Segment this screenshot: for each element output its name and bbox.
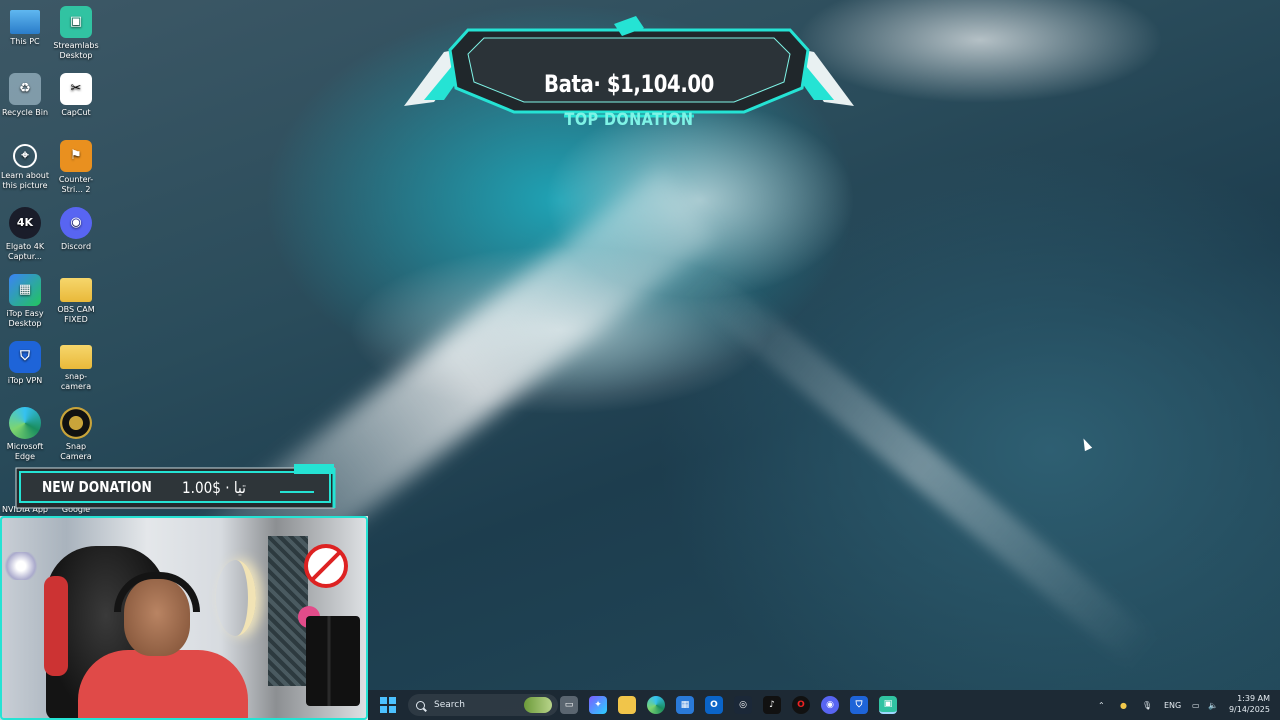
- copilot-icon[interactable]: ✦: [589, 696, 607, 714]
- desktop-icon-this-pc[interactable]: This PC: [0, 6, 50, 47]
- desktop-icon-recycle-bin[interactable]: ♻ Recycle Bin: [0, 73, 50, 118]
- discord-icon[interactable]: ◉: [821, 696, 839, 714]
- taskbar: Search ▭ ✦ ▦ O ◎ ♪ O ◉ ⛉ ▣ ⌃ ● 🎙 ENG ▭ 🔈…: [368, 690, 1280, 720]
- top-donation-caption: TOP DONATION: [564, 110, 694, 130]
- itop-vpn-icon: ⛉: [9, 341, 41, 373]
- elgato-icon: 4K: [9, 207, 41, 239]
- webcam-frame: [0, 516, 368, 720]
- desktop-icon-label: This PC: [10, 37, 40, 46]
- wave-foam: [687, 264, 1158, 669]
- desktop-icon-label: CapCut: [61, 108, 91, 117]
- desktop-icon-label: Discord: [60, 242, 92, 251]
- desktop-icon-streamlabs[interactable]: ▣ Streamlabs Desktop: [51, 6, 101, 61]
- clock-time: 1:39 AM: [1237, 694, 1270, 703]
- streamlabs-icon[interactable]: ▣: [879, 696, 897, 714]
- desktop-icon-label: Snap Camera: [60, 442, 92, 461]
- streamlabs-icon: ▣: [60, 6, 92, 38]
- desktop-icon-label: Microsoft Edge: [6, 442, 44, 461]
- snap-camera-icon: [60, 407, 92, 439]
- edge-icon[interactable]: [647, 696, 665, 714]
- recycle-bin-icon: ♻: [9, 73, 41, 105]
- taskbar-search-box[interactable]: Search: [408, 694, 558, 716]
- desktop-icon-learn-picture[interactable]: ⌖ Learn about this picture: [0, 140, 50, 191]
- outlook-icon[interactable]: O: [705, 696, 723, 714]
- desktop-icon-snap-camera[interactable]: Snap Camera: [51, 407, 101, 462]
- vpn-icon[interactable]: ⛉: [850, 696, 868, 714]
- itop-easy-desktop-icon: ▦: [9, 274, 41, 306]
- file-explorer-icon[interactable]: [618, 696, 636, 714]
- language-indicator[interactable]: ENG: [1164, 690, 1181, 720]
- steam-icon[interactable]: ◎: [734, 696, 752, 714]
- search-highlight-icon: [524, 697, 552, 713]
- webcam-feed: [0, 516, 368, 720]
- desktop-icon-label: Learn about this picture: [1, 171, 49, 190]
- mouse-cursor-icon: [1079, 436, 1093, 452]
- task-view-icon[interactable]: ▭: [560, 696, 578, 714]
- top-donation-frame: [404, 16, 854, 118]
- desktop-icon-obs-cam-fixed[interactable]: OBS CAM FIXED: [51, 274, 101, 325]
- folder-icon: [60, 345, 92, 369]
- desktop-icon-itop-easy-desktop[interactable]: ▦ iTop Easy Desktop: [0, 274, 50, 329]
- taskbar-clock[interactable]: 1:39 AM 9/14/2025: [1229, 693, 1270, 715]
- display-icon[interactable]: ▭: [1192, 690, 1200, 720]
- desktop-icon-label: Streamlabs Desktop: [53, 41, 99, 60]
- top-donation-banner: Bata· $1,104.00 TOP DONATION: [404, 16, 854, 130]
- desktop-icon-label: OBS CAM FIXED: [57, 305, 95, 324]
- desktop-icon-capcut[interactable]: ✂ CapCut: [51, 73, 101, 118]
- counter-strike-icon: ⚑: [60, 140, 92, 172]
- desktop-icon-label: Recycle Bin: [1, 108, 49, 117]
- discord-icon: ◉: [60, 207, 92, 239]
- new-donation-text: 1.00$ · تيا: [182, 478, 246, 497]
- search-icon: [416, 700, 425, 710]
- start-icon[interactable]: [380, 697, 396, 713]
- tray-norton-icon[interactable]: ●: [1120, 690, 1127, 720]
- clock-date: 9/14/2025: [1228, 705, 1270, 714]
- store-icon[interactable]: ▦: [676, 696, 694, 714]
- desktop-icon-snap-camera-folder[interactable]: snap-camera: [51, 341, 101, 392]
- desktop-icon-edge[interactable]: Microsoft Edge: [0, 407, 50, 462]
- new-donation-bar: NEW DONATION 1.00$ · تيا: [14, 464, 338, 510]
- desktop-icon-discord[interactable]: ◉ Discord: [51, 207, 101, 252]
- edge-icon: [9, 407, 41, 439]
- this-pc-icon: [10, 10, 40, 34]
- taskbar-search-placeholder: Search: [434, 700, 465, 710]
- tiktok-icon[interactable]: ♪: [763, 696, 781, 714]
- folder-icon: [60, 278, 92, 302]
- new-donation-label: NEW DONATION: [42, 478, 152, 496]
- capcut-icon: ✂: [60, 73, 92, 105]
- top-donation-amount: Bata· $1,104.00: [544, 70, 714, 98]
- learn-picture-icon: ⌖: [13, 144, 37, 168]
- desktop-icon-label: snap-camera: [60, 372, 92, 391]
- desktop-icon-counter-strike[interactable]: ⚑ Counter-Stri... 2: [51, 140, 101, 195]
- opera-icon[interactable]: O: [792, 696, 810, 714]
- desktop-icon-label: iTop Easy Desktop: [6, 309, 44, 328]
- tray-chevron-icon[interactable]: ⌃: [1098, 690, 1105, 720]
- desktop-icon-elgato[interactable]: 4K Elgato 4K Captur...: [0, 207, 50, 262]
- desktop-icon-label: Counter-Stri... 2: [58, 175, 94, 194]
- desktop-icon-label: Elgato 4K Captur...: [5, 242, 45, 261]
- volume-icon[interactable]: 🔈: [1208, 690, 1218, 720]
- desktop-icon-itop-vpn[interactable]: ⛉ iTop VPN: [0, 341, 50, 386]
- desktop-icon-label: iTop VPN: [7, 376, 43, 385]
- microphone-icon[interactable]: 🎙: [1142, 690, 1152, 720]
